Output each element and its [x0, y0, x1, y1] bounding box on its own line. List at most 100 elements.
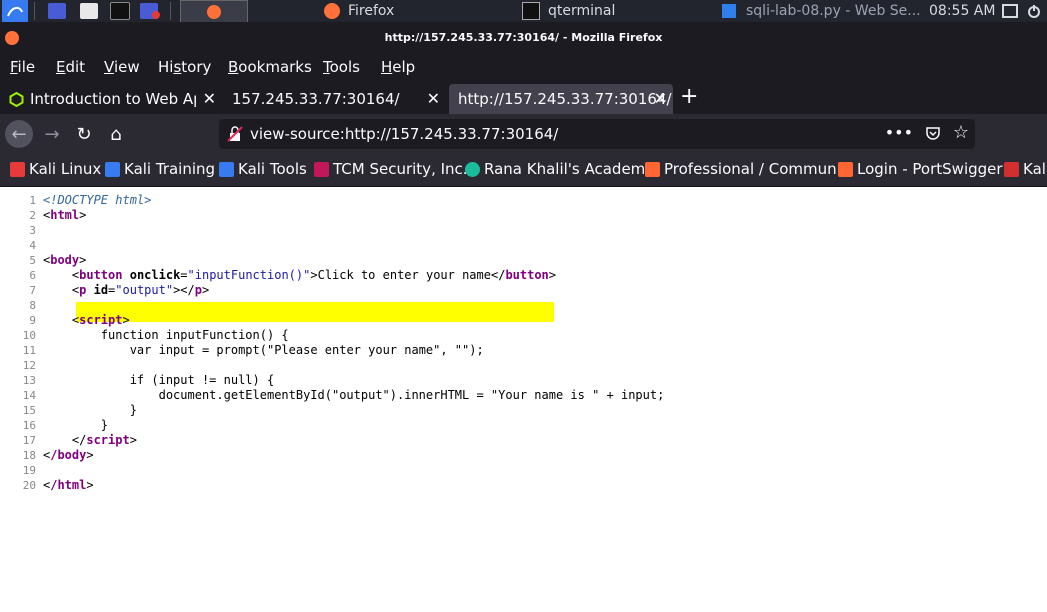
taskbar-terminal-label: qterminal [548, 3, 616, 19]
source-line: 7 <p id="output"></p> [0, 283, 1047, 298]
menu-help[interactable]: Help [381, 58, 415, 76]
line-number: 8 [29, 299, 36, 312]
source-line: 1 <!DOCTYPE html> [0, 193, 1047, 208]
terminal-icon [522, 2, 540, 20]
os-taskbar: Firefox qterminal sqli-lab-08.py - Web S… [0, 0, 1047, 24]
tab-bar: Introduction to Web Applic ✕ 157.245.33.… [0, 82, 1047, 114]
tab-close-icon[interactable]: ✕ [203, 89, 216, 108]
terminal-launcher-icon[interactable] [110, 0, 130, 22]
reload-icon[interactable]: ↻ [70, 120, 98, 148]
taskbar-vscode-label: sqli-lab-08.py - Web Se... [746, 3, 921, 19]
power-icon[interactable] [1027, 0, 1041, 22]
bookmark-tcm-security[interactable]: TCM Security, Inc. [314, 160, 468, 178]
line-code: </script> [43, 433, 137, 447]
menu-tools[interactable]: Tools [323, 58, 360, 76]
line-code: <body> [43, 253, 87, 267]
line-number: 10 [22, 329, 36, 342]
line-code: </body> [43, 448, 94, 462]
line-number: 19 [22, 464, 36, 477]
bookmark-kali-training[interactable]: Kali Training [105, 160, 215, 178]
menu-bar: File Edit View History Bookmarks Tools H… [0, 54, 1047, 82]
taskbar-terminal-window[interactable]: qterminal [522, 0, 615, 22]
line-code: if (input != null) { [129, 373, 275, 387]
source-line: 18 </body> [0, 448, 1047, 463]
source-line: 5 <body> [0, 253, 1047, 268]
tab-close-icon[interactable]: ✕ [654, 89, 667, 108]
line-number: 5 [29, 254, 36, 267]
line-code: <p id="output"></p> [43, 283, 210, 297]
menu-view[interactable]: View [104, 58, 140, 76]
menu-history[interactable]: History [158, 58, 211, 76]
source-line: 14 document.getElementById("output").inn… [0, 388, 1047, 403]
view-source-content[interactable]: 1 <!DOCTYPE html> 2 <html> 3 4 5 <body> 6 <butto… [0, 187, 1047, 612]
insecure-lock-icon [227, 126, 243, 142]
screen-recorder-icon[interactable] [140, 0, 160, 22]
pocket-icon[interactable] [925, 125, 941, 145]
menu-edit[interactable]: Edit [56, 58, 85, 76]
display-icon[interactable] [1002, 0, 1018, 22]
source-line: 17 </script> [0, 433, 1047, 448]
line-number: 16 [22, 419, 36, 432]
menu-bookmarks[interactable]: Bookmarks [228, 58, 312, 76]
bookmark-kali-tools[interactable]: Kali Tools [219, 160, 307, 178]
tab-host[interactable]: 157.245.33.77:30164/ ✕ [222, 84, 446, 114]
line-code: <html> [43, 208, 87, 222]
hexagon-icon [9, 91, 24, 107]
tab-close-icon[interactable]: ✕ [427, 89, 440, 108]
url-text: view-source:http://157.245.33.77:30164/ [250, 125, 559, 143]
new-tab-plus-icon[interactable]: + [680, 84, 698, 109]
academy-icon [465, 161, 480, 177]
bookmark-rana-khalil[interactable]: Rana Khalil's Academy [465, 160, 654, 178]
back-arrow-icon[interactable]: ← [5, 120, 33, 148]
line-number: 20 [22, 479, 36, 492]
kali-icon [105, 161, 120, 177]
kali-menu-icon[interactable] [2, 0, 28, 22]
line-code: <button onclick="inputFunction()">Click … [43, 268, 557, 282]
taskbar-firefox-window[interactable]: Firefox [324, 0, 394, 22]
kali-icon [219, 161, 234, 177]
line-code: document.getElementById("output").innerH… [158, 388, 665, 402]
home-icon[interactable]: ⌂ [102, 120, 130, 148]
tab-view-source[interactable]: http://157.245.33.77:30164/ ✕ [449, 84, 673, 114]
line-number: 12 [22, 359, 36, 372]
source-line: 15 } [0, 403, 1047, 418]
line-code: function inputFunction() { [100, 328, 289, 342]
bookmark-star-icon[interactable]: ☆ [953, 122, 969, 143]
line-code: var input = prompt("Please enter your na… [129, 343, 484, 357]
portswigger-icon [838, 161, 853, 177]
vscode-icon [722, 4, 736, 18]
line-number: 18 [22, 449, 36, 462]
line-code: </html> [43, 478, 94, 492]
line-number: 17 [22, 434, 36, 447]
source-line: 16 } [0, 418, 1047, 433]
url-bar[interactable]: view-source:http://157.245.33.77:30164/ … [219, 119, 975, 149]
forward-arrow-icon[interactable]: → [38, 120, 66, 148]
navigation-toolbar: ← → ↻ ⌂ view-source:http://157.245.33.77… [0, 114, 1047, 154]
line-number: 7 [29, 284, 36, 297]
bookmark-kali[interactable]: Kali [1004, 160, 1047, 178]
kali-icon [10, 161, 25, 177]
show-desktop-icon[interactable] [48, 0, 66, 22]
firefox-launcher-icon[interactable] [180, 0, 248, 24]
source-line: 10 function inputFunction() { [0, 328, 1047, 343]
source-line: 4 [0, 238, 1047, 253]
bookmark-portswigger-community[interactable]: Professional / Commun... [645, 160, 851, 178]
clock[interactable]: 08:55 AM [929, 0, 995, 22]
line-number: 15 [22, 404, 36, 417]
bookmark-portswigger-login[interactable]: Login - PortSwigger [838, 160, 1003, 178]
bookmark-kali-linux[interactable]: Kali Linux [10, 160, 101, 178]
line-number: 3 [29, 224, 36, 237]
portswigger-icon [645, 161, 660, 177]
line-code: <script> [43, 313, 130, 327]
tab-intro-web-apps[interactable]: Introduction to Web Applic ✕ [0, 84, 222, 114]
source-line: 6 <button onclick="inputFunction()">Clic… [0, 268, 1047, 283]
bookmarks-toolbar: Kali Linux Kali Training Kali Tools TCM … [0, 154, 1047, 187]
taskbar-vscode-window[interactable]: sqli-lab-08.py - Web Se... [722, 0, 921, 22]
file-manager-icon[interactable] [80, 0, 98, 22]
menu-file[interactable]: File [10, 58, 35, 76]
source-line: 12 [0, 358, 1047, 373]
line-code: } [129, 403, 137, 417]
page-actions-icon[interactable]: ••• [885, 123, 913, 142]
line-number: 4 [29, 239, 36, 252]
source-line: 8 [0, 298, 1047, 313]
